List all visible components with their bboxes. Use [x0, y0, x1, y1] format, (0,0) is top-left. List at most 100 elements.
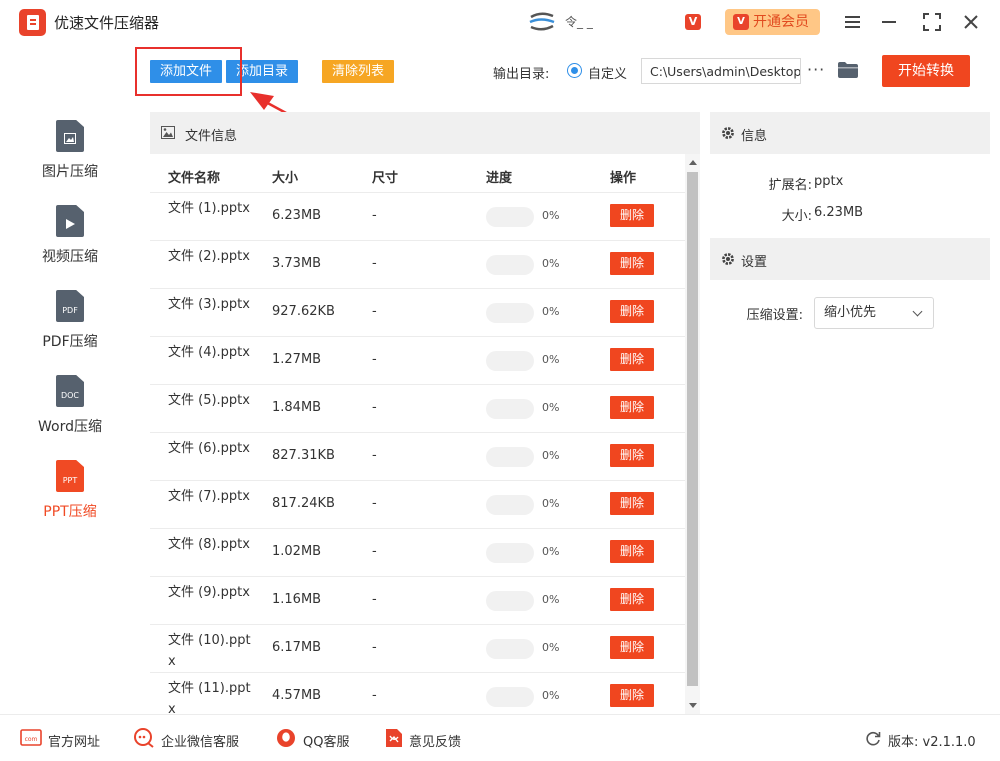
- progress-bar: [486, 591, 534, 611]
- sidebar-item-label: PPT压缩: [43, 504, 97, 520]
- app-title: 优速文件压缩器: [54, 14, 160, 32]
- pdf-file-icon: PDF: [56, 290, 84, 322]
- progress-bar: [486, 447, 534, 467]
- col-header-size[interactable]: 大小: [272, 167, 298, 186]
- video-file-icon: [56, 205, 84, 237]
- ext-label: 扩展名:: [768, 178, 812, 193]
- feedback-link[interactable]: 意见反馈: [383, 715, 473, 761]
- info-title: 信息: [741, 129, 768, 144]
- custom-output-label[interactable]: 自定义: [588, 63, 627, 82]
- scroll-down-icon[interactable]: [689, 703, 697, 708]
- sidebar-item-image[interactable]: 图片压缩: [0, 120, 140, 200]
- qq-support-link[interactable]: QQ客服: [275, 715, 365, 761]
- file-name-cell: 文件 (8).pptx: [168, 537, 250, 552]
- table-scrollbar[interactable]: [685, 154, 700, 714]
- progress-bar: [486, 399, 534, 419]
- folder-icon[interactable]: [837, 61, 859, 79]
- table-row[interactable]: 文件 (3).pptx 927.62KB - 0% 删除: [150, 288, 685, 336]
- start-convert-button[interactable]: 开始转换: [882, 55, 970, 87]
- file-dim-cell: -: [372, 208, 377, 223]
- table-row[interactable]: 文件 (1).pptx 6.23MB - 0% 删除: [150, 192, 685, 240]
- gear-icon: [722, 253, 734, 265]
- image-icon: [161, 126, 175, 139]
- progress-bar: [486, 543, 534, 563]
- maximize-icon[interactable]: [921, 11, 943, 33]
- delete-button[interactable]: 删除: [610, 588, 654, 611]
- delete-button[interactable]: 删除: [610, 684, 654, 707]
- close-icon[interactable]: [960, 11, 982, 33]
- delete-button[interactable]: 删除: [610, 348, 654, 371]
- file-size-cell: 1.02MB: [272, 544, 322, 559]
- file-dim-cell: -: [372, 448, 377, 463]
- chevron-down-icon: [912, 306, 923, 317]
- svg-text:com: com: [25, 736, 38, 743]
- delete-button[interactable]: 删除: [610, 300, 654, 323]
- delete-button[interactable]: 删除: [610, 540, 654, 563]
- col-header-dim[interactable]: 尺寸: [372, 167, 398, 186]
- wechat-support-link[interactable]: 企业微信客服: [133, 715, 253, 761]
- ext-value: pptx: [814, 174, 844, 189]
- file-dim-cell: -: [372, 256, 377, 271]
- table-row[interactable]: 文件 (9).pptx 1.16MB - 0% 删除: [150, 576, 685, 624]
- table-row[interactable]: 文件 (5).pptx 1.84MB - 0% 删除: [150, 384, 685, 432]
- file-dim-cell: -: [372, 640, 377, 655]
- file-name-cell: 文件 (5).pptx: [168, 393, 250, 408]
- delete-button[interactable]: 删除: [610, 444, 654, 467]
- website-link[interactable]: com 官方网址: [20, 715, 110, 761]
- compress-setting-select[interactable]: 缩小优先: [814, 297, 934, 329]
- wechat-icon: [134, 728, 154, 748]
- vip-badge-icon: V: [733, 14, 749, 30]
- delete-button[interactable]: 删除: [610, 396, 654, 419]
- vip-button[interactable]: V 开通会员: [725, 9, 820, 35]
- file-name-cell: 文件 (9).pptx: [168, 585, 250, 600]
- table-row[interactable]: 文件 (8).pptx 1.02MB - 0% 删除: [150, 528, 685, 576]
- table-row[interactable]: 文件 (2).pptx 3.73MB - 0% 删除: [150, 240, 685, 288]
- ppt-file-icon: PPT: [56, 460, 84, 492]
- delete-button[interactable]: 删除: [610, 252, 654, 275]
- table-row[interactable]: 文件 (7).pptx 817.24KB - 0% 删除: [150, 480, 685, 528]
- col-header-progress[interactable]: 进度: [486, 167, 512, 186]
- col-header-name[interactable]: 文件名称: [168, 167, 220, 186]
- table-row[interactable]: 文件 (10).pptx 6.17MB - 0% 删除: [150, 624, 685, 672]
- sidebar-item-pdf[interactable]: PDF PDF压缩: [0, 290, 140, 370]
- file-size-cell: 827.31KB: [272, 448, 335, 463]
- output-path-field[interactable]: [641, 58, 801, 84]
- sidebar-item-label: 图片压缩: [42, 164, 98, 180]
- table-row[interactable]: 文件 (11).pptx 4.57MB - 0% 删除: [150, 672, 685, 714]
- file-size-cell: 817.24KB: [272, 496, 335, 511]
- clear-list-button[interactable]: 清除列表: [322, 60, 394, 83]
- table-row[interactable]: 文件 (4).pptx 1.27MB - 0% 删除: [150, 336, 685, 384]
- progress-bar: [486, 303, 534, 323]
- sidebar-item-ppt[interactable]: PPT PPT压缩: [0, 460, 140, 540]
- scroll-up-icon[interactable]: [689, 160, 697, 165]
- delete-button[interactable]: 删除: [610, 492, 654, 515]
- user-name[interactable]: 令_ _: [565, 13, 593, 30]
- progress-percent: 0%: [542, 401, 560, 414]
- user-logo-icon: [529, 12, 555, 31]
- delete-button[interactable]: 删除: [610, 636, 654, 659]
- custom-output-radio[interactable]: [567, 63, 582, 78]
- file-name-cell: 文件 (7).pptx: [168, 489, 250, 504]
- sidebar-item-label: Word压缩: [38, 419, 102, 435]
- refresh-icon[interactable]: [866, 731, 881, 746]
- scroll-thumb[interactable]: [687, 172, 698, 686]
- file-dim-cell: -: [372, 544, 377, 559]
- annotation-highlight-box: [135, 47, 242, 96]
- info-header: 信息: [710, 112, 990, 154]
- sidebar-item-video[interactable]: 视频压缩: [0, 205, 140, 285]
- menu-icon[interactable]: [842, 11, 864, 33]
- progress-bar: [486, 639, 534, 659]
- table-row[interactable]: 文件 (6).pptx 827.31KB - 0% 删除: [150, 432, 685, 480]
- file-table: 文件名称 大小 尺寸 进度 操作 文件 (1).pptx 6.23MB -0% 删除文…: [150, 154, 685, 714]
- progress-bar: [486, 207, 534, 227]
- sidebar-item-word[interactable]: DOC Word压缩: [0, 375, 140, 455]
- file-size-cell: 3.73MB: [272, 256, 322, 271]
- progress-percent: 0%: [542, 353, 560, 366]
- app-logo-icon: [19, 9, 46, 36]
- progress-percent: 0%: [542, 545, 560, 558]
- browse-more-button[interactable]: ···: [807, 60, 825, 79]
- delete-button[interactable]: 删除: [610, 204, 654, 227]
- file-size-cell: 6.17MB: [272, 640, 322, 655]
- minimize-icon[interactable]: [878, 11, 900, 33]
- vip-icon[interactable]: V: [685, 14, 701, 30]
